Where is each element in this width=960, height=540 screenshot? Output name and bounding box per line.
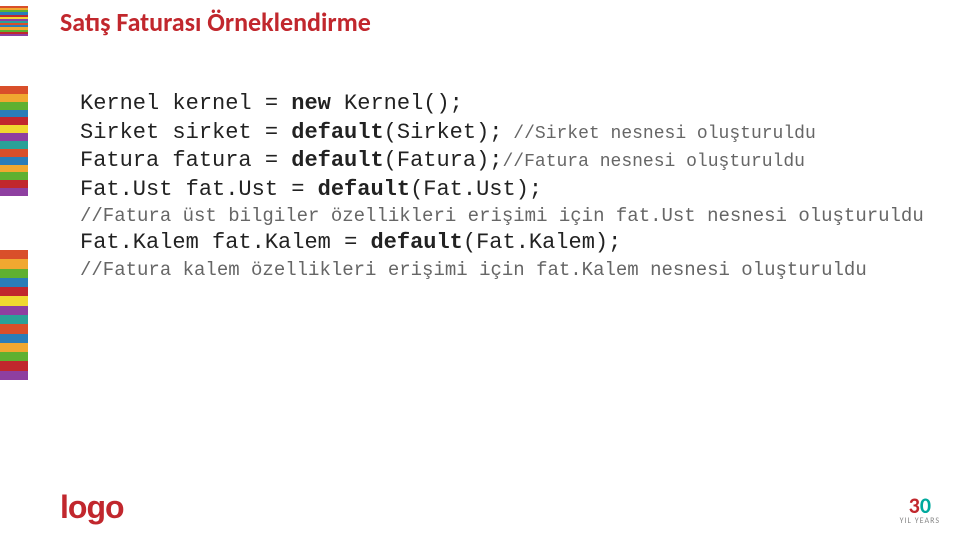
years-badge: 30 YIL YEARS bbox=[900, 496, 940, 526]
code-line-2: Sirket sirket = default(Sirket); //Sirke… bbox=[80, 119, 924, 148]
code-line-6: Fat.Kalem fat.Kalem = default(Fat.Kalem)… bbox=[80, 229, 924, 258]
code-block: Kernel kernel = new Kernel(); Sirket sir… bbox=[80, 90, 924, 282]
code-comment-5: //Fatura üst bilgiler özellikleri erişim… bbox=[80, 204, 924, 229]
stripe-bar-1 bbox=[0, 6, 28, 36]
page-title: Satış Faturası Örneklendirme bbox=[60, 6, 371, 38]
code-line-4: Fat.Ust fat.Ust = default(Fat.Ust); bbox=[80, 176, 924, 205]
brand-logo: logo bbox=[60, 489, 124, 526]
stripe-bar-2 bbox=[0, 86, 28, 196]
code-comment-7: //Fatura kalem özellikleri erişimi için … bbox=[80, 258, 924, 283]
code-line-3: Fatura fatura = default(Fatura);//Fatura… bbox=[80, 147, 924, 176]
code-line-1: Kernel kernel = new Kernel(); bbox=[80, 90, 924, 119]
stripe-bar-3 bbox=[0, 250, 28, 380]
